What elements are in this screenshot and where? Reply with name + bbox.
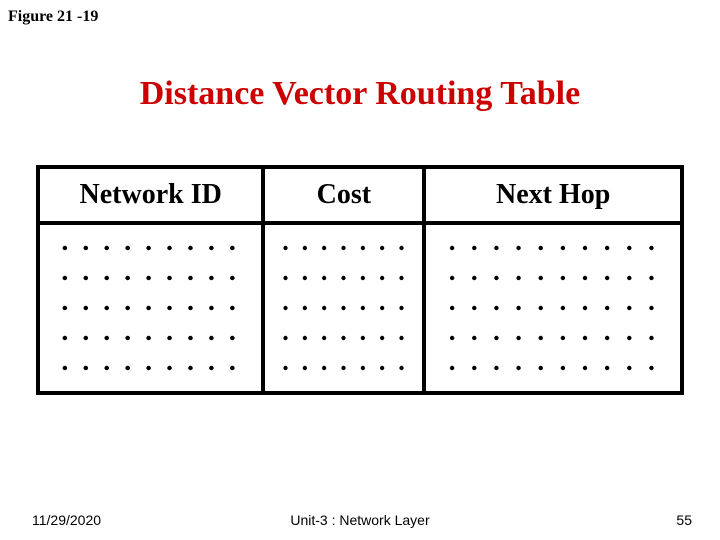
- placeholder-dots: [432, 233, 674, 383]
- cell-next-hop: [424, 223, 682, 393]
- th-next-hop: Next Hop: [424, 167, 682, 223]
- th-network-id: Network ID: [38, 167, 263, 223]
- page-title: Distance Vector Routing Table: [0, 75, 720, 113]
- cell-cost: [263, 223, 424, 393]
- footer-page-number: 55: [676, 512, 692, 528]
- figure-label: Figure 21 -19: [8, 8, 98, 26]
- placeholder-dots: [46, 233, 255, 383]
- footer-unit: Unit-3 : Network Layer: [0, 512, 720, 528]
- cell-network-id: [38, 223, 263, 393]
- routing-table: Network ID Cost Next Hop: [36, 165, 684, 395]
- placeholder-dots: [271, 233, 416, 383]
- routing-table-wrap: Network ID Cost Next Hop: [36, 165, 684, 395]
- th-cost: Cost: [263, 167, 424, 223]
